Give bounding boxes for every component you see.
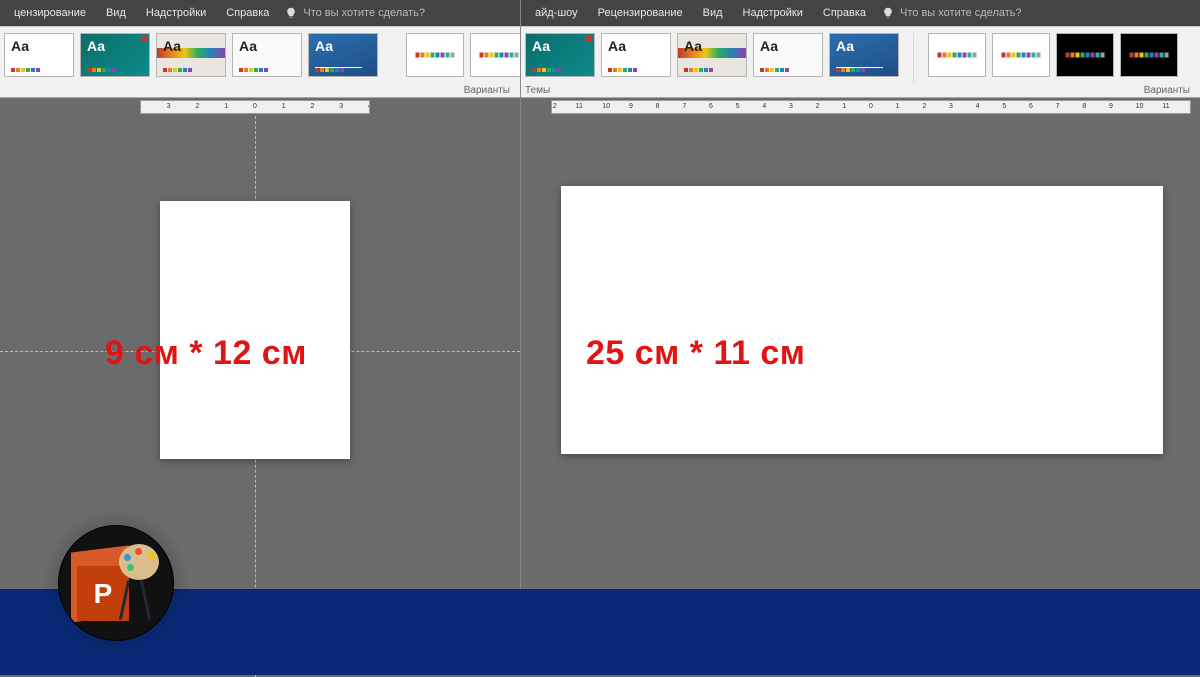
palette-icon <box>119 544 159 580</box>
variant-thumb[interactable] <box>992 33 1050 77</box>
design-ribbon: АаАаАаАаАа Варианты <box>0 26 520 98</box>
variant-thumb[interactable] <box>1056 33 1114 77</box>
tell-me-search[interactable]: Что вы хотите сделать? <box>285 7 425 19</box>
theme-thumb[interactable]: Аа <box>80 33 150 77</box>
lightbulb-icon <box>882 7 894 19</box>
tell-me-search[interactable]: Что вы хотите сделать? <box>882 7 1022 19</box>
slide-landscape[interactable] <box>561 186 1163 454</box>
ribbon-divider <box>913 33 914 83</box>
theme-thumb[interactable]: Аа <box>829 33 899 77</box>
theme-thumb[interactable]: Аа <box>4 33 74 77</box>
horizontal-ruler: 1211109876543210123456789101112 <box>521 100 1200 116</box>
dimension-label: 25 см * 11 см <box>586 334 805 373</box>
theme-thumb[interactable]: Аа <box>753 33 823 77</box>
theme-thumb[interactable]: Аа <box>601 33 671 77</box>
theme-gallery: АаАаАаАаАа <box>4 33 378 77</box>
tab-help[interactable]: Справка <box>813 0 876 26</box>
theme-thumb[interactable]: Аа <box>525 33 595 77</box>
lightbulb-icon <box>285 7 297 19</box>
theme-gallery: АаАаАаАаАа <box>525 33 899 77</box>
design-ribbon: АаАаАаАаАа Темы Варианты <box>521 26 1200 98</box>
theme-thumb[interactable]: Аа <box>677 33 747 77</box>
section-label-themes: Темы <box>525 85 550 96</box>
section-label-variants: Варианты <box>464 85 510 96</box>
section-label-variants: Варианты <box>1144 85 1190 96</box>
variant-gallery <box>928 33 1178 77</box>
theme-thumb[interactable]: Аа <box>308 33 378 77</box>
tab-review[interactable]: Рецензирование <box>588 0 693 26</box>
tab-view[interactable]: Вид <box>693 0 733 26</box>
dimension-label: 9 см * 12 см <box>105 334 307 373</box>
tab-review[interactable]: цензирование <box>4 0 96 26</box>
menu-bar: айд-шоу Рецензирование Вид Надстройки Сп… <box>521 0 1200 26</box>
slide-portrait[interactable] <box>160 201 350 459</box>
tell-me-text: Что вы хотите сделать? <box>900 7 1022 19</box>
right-window: айд-шоу Рецензирование Вид Надстройки Сп… <box>520 0 1200 675</box>
variant-thumb[interactable] <box>928 33 986 77</box>
variant-thumb[interactable] <box>406 33 464 77</box>
tab-addins[interactable]: Надстройки <box>136 0 216 26</box>
variant-thumb[interactable] <box>1120 33 1178 77</box>
tell-me-text: Что вы хотите сделать? <box>303 7 425 19</box>
horizontal-ruler: 432101234 <box>0 100 520 116</box>
tab-slideshow[interactable]: айд-шоу <box>525 0 588 26</box>
channel-logo: P <box>58 525 174 641</box>
tab-help[interactable]: Справка <box>216 0 279 26</box>
tab-view[interactable]: Вид <box>96 0 136 26</box>
menu-bar: цензирование Вид Надстройки Справка Что … <box>0 0 520 26</box>
tab-addins[interactable]: Надстройки <box>733 0 813 26</box>
theme-thumb[interactable]: Аа <box>156 33 226 77</box>
theme-thumb[interactable]: Аа <box>232 33 302 77</box>
